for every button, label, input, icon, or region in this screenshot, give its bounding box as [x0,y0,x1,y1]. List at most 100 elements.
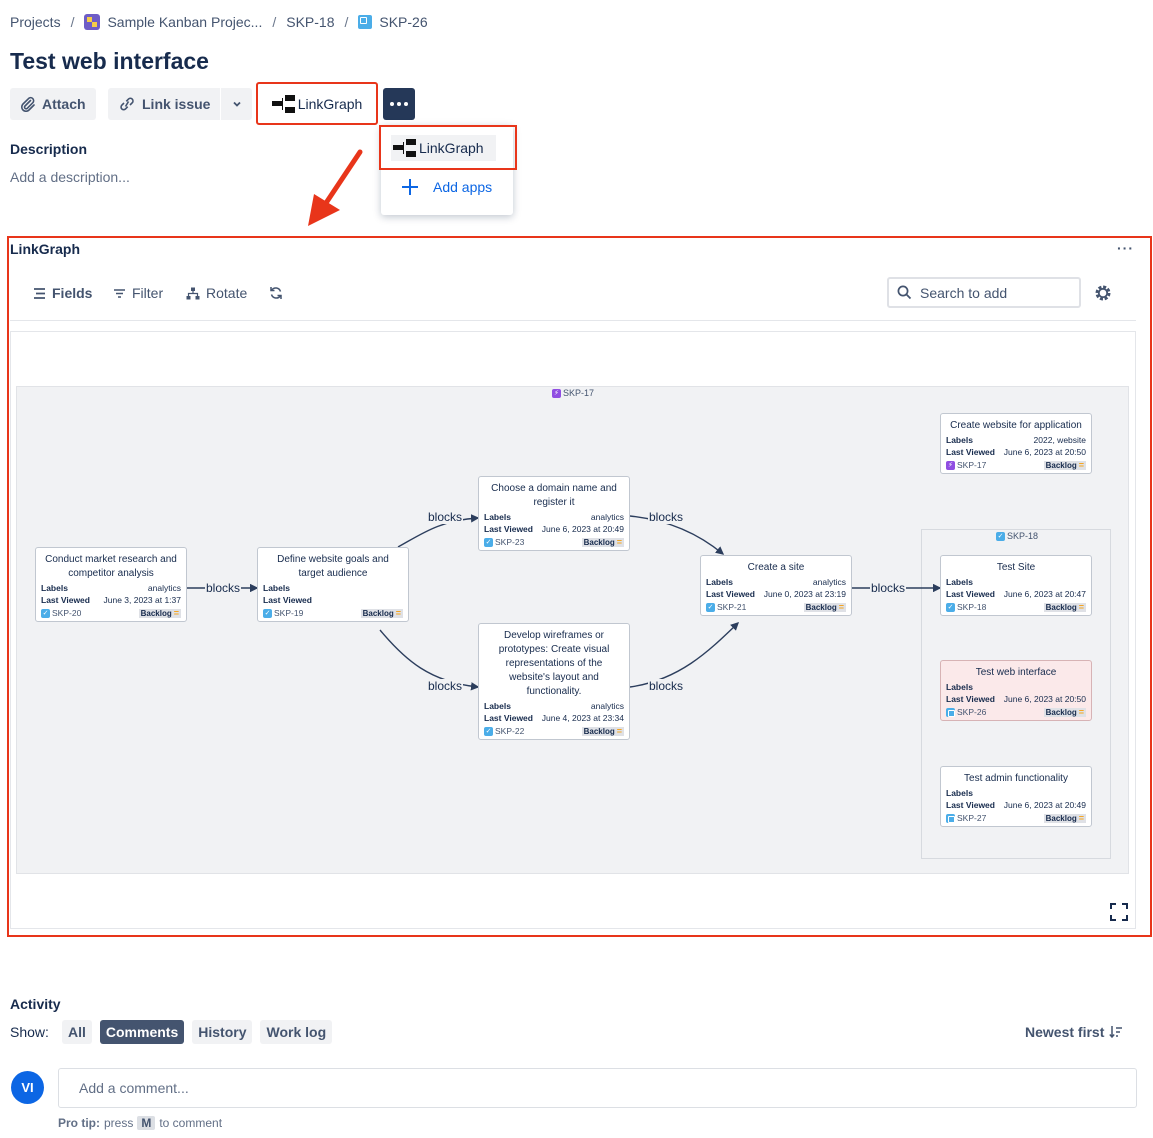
status-badge: Backlog = [803,602,846,612]
status-badge: Backlog = [581,537,624,547]
labels-value: analytics [590,701,624,711]
labels-label: Labels [946,682,973,692]
subtask-icon [946,813,955,823]
card-title: Test web interface [975,667,1057,678]
labels-value: analytics [147,583,181,593]
issue-card[interactable]: Create website for application Labels 202… [940,413,1092,474]
issue-key: SKP-20 [52,608,82,618]
avatar[interactable]: VI [11,1071,44,1104]
pro-tip-suffix: to comment [159,1116,223,1130]
filter-history[interactable]: History [192,1020,253,1044]
labels-label: Labels [41,583,68,593]
sort-button[interactable]: Newest first [1025,1024,1123,1040]
task-icon: ✓ [706,602,715,612]
card-title: Create website for application [950,420,1082,431]
labels-label: Labels [484,512,511,522]
card-title: Define website goals and target audience [277,554,389,579]
last-viewed-value: June 0, 2023 at 23:19 [763,589,846,599]
priority-medium-icon: = [1078,813,1084,823]
issue-key: SKP-19 [274,608,304,618]
issue-key: SKP-18 [957,602,987,612]
last-viewed-label: Last Viewed [946,694,995,704]
epic-icon: ⚡ [946,460,955,470]
last-viewed-value: June 6, 2023 at 20:49 [1003,800,1086,810]
pro-tip-prefix: Pro tip: [58,1116,100,1130]
issue-key: SKP-21 [717,602,747,612]
issue-key: SKP-23 [495,537,525,547]
edge-label: blocks [648,510,685,524]
sort-descending-icon [1109,1026,1123,1039]
issue-card[interactable]: Test Site Labels Last Viewed June 6, 2023… [940,555,1092,616]
priority-medium-icon: = [173,608,179,618]
edge-label: blocks [427,510,464,524]
filter-comments[interactable]: Comments [99,1020,185,1044]
last-viewed-label: Last Viewed [946,447,995,457]
issue-key: SKP-27 [957,813,987,823]
card-title: Develop wireframes or prototypes: Create… [498,630,610,697]
labels-label: Labels [263,583,290,593]
subtask-icon [946,707,955,717]
card-title: Test Site [996,562,1036,573]
status-badge: Backlog = [1043,707,1086,717]
task-icon: ✓ [41,608,50,618]
priority-medium-icon: = [395,608,401,618]
priority-medium-icon: = [616,537,622,547]
issue-card[interactable]: Develop wireframes or prototypes: Create… [478,623,630,740]
task-icon: ✓ [484,726,493,736]
card-title: Conduct market research and competitor a… [45,554,177,579]
issue-key: SKP-22 [495,726,525,736]
issue-key: SKP-26 [957,707,987,717]
issue-card[interactable]: Conduct market research and competitor a… [35,547,187,622]
issue-card[interactable]: Create a site Labels analytics Last Viewe… [700,555,852,616]
card-title: Test admin functionality [964,773,1068,784]
priority-medium-icon: = [1078,460,1084,470]
issue-card[interactable]: Test admin functionality Labels Last Vie… [940,766,1092,827]
activity-filters: All Comments History Work log [62,1020,333,1044]
last-viewed-label: Last Viewed [484,524,533,534]
last-viewed-label: Last Viewed [946,800,995,810]
last-viewed-value: June 6, 2023 at 20:50 [1003,447,1086,457]
status-badge: Backlog = [360,608,403,618]
task-icon: ✓ [263,608,272,618]
comment-placeholder: Add a comment... [79,1080,189,1096]
status-badge: Backlog = [138,608,181,618]
status-badge: Backlog = [1043,813,1086,823]
card-title: Create a site [747,562,805,573]
card-title: Choose a domain name and register it [491,483,617,508]
last-viewed-value: June 6, 2023 at 20:50 [1003,694,1086,704]
last-viewed-value: June 6, 2023 at 20:47 [1003,589,1086,599]
show-label: Show: [10,1024,49,1040]
labels-label: Labels [484,701,511,711]
edge-label: blocks [427,679,464,693]
comment-input[interactable]: Add a comment... [58,1068,1137,1108]
last-viewed-value: June 4, 2023 at 23:34 [541,713,624,723]
labels-label: Labels [946,788,973,798]
issue-card[interactable]: Define website goals and target audience… [257,547,409,622]
pro-tip: Pro tip: press M to comment [58,1116,222,1130]
filter-work-log[interactable]: Work log [260,1020,333,1044]
labels-value: analytics [812,577,846,587]
issue-key: SKP-17 [957,460,987,470]
filter-all[interactable]: All [62,1020,92,1044]
pro-tip-press: press [104,1116,134,1130]
last-viewed-label: Last Viewed [946,589,995,599]
last-viewed-value: June 6, 2023 at 20:49 [541,524,624,534]
last-viewed-label: Last Viewed [41,595,90,605]
priority-medium-icon: = [838,602,844,612]
last-viewed-label: Last Viewed [263,595,312,605]
edge-label: blocks [648,679,685,693]
issue-card-current[interactable]: Test web interface Labels Last Viewed Jun… [940,660,1092,721]
fullscreen-icon[interactable] [1110,903,1128,921]
priority-medium-icon: = [616,726,622,736]
sort-label: Newest first [1025,1024,1105,1040]
status-badge: Backlog = [1043,602,1086,612]
status-badge: Backlog = [1043,460,1086,470]
task-icon: ✓ [946,602,955,612]
edge-label: blocks [205,581,242,595]
keyboard-shortcut-key: M [137,1116,156,1130]
labels-label: Labels [706,577,733,587]
last-viewed-label: Last Viewed [706,589,755,599]
issue-card[interactable]: Choose a domain name and register it Lab… [478,476,630,551]
labels-label: Labels [946,577,973,587]
labels-label: Labels [946,435,973,445]
